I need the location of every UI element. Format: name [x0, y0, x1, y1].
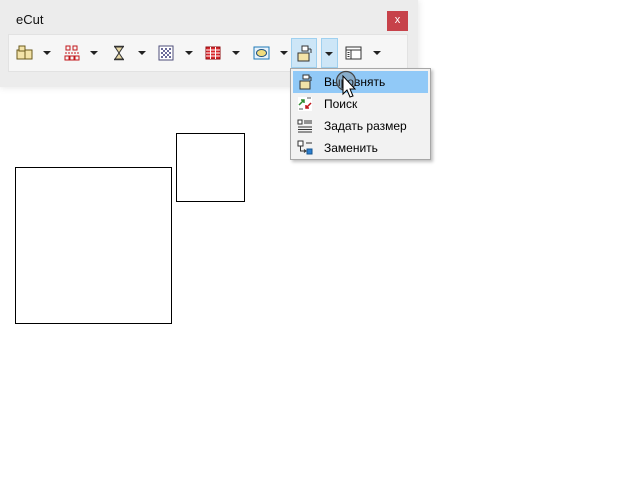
array-button[interactable]: [60, 38, 84, 68]
toolbar: [8, 34, 408, 72]
layout-icon: [16, 45, 33, 60]
align-icon: [299, 74, 312, 90]
hourglass-dropdown-arrow[interactable]: [135, 38, 149, 68]
canvas-large-rectangle[interactable]: [15, 167, 172, 324]
layout-button[interactable]: [13, 38, 37, 68]
panel-dropdown-arrow[interactable]: [370, 38, 384, 68]
window-title: eCut: [16, 12, 44, 27]
ellipse-dropdown-arrow[interactable]: [277, 38, 291, 68]
menu-item-label: Задать размер: [324, 119, 407, 133]
mouse-pointer-icon: [335, 70, 357, 98]
close-button[interactable]: x: [387, 11, 408, 31]
hourglass-icon: [114, 45, 124, 61]
pattern-icon: [158, 45, 174, 61]
array-icon: [64, 45, 80, 61]
array-dropdown-arrow[interactable]: [87, 38, 101, 68]
title-bar[interactable]: eCut x: [0, 0, 418, 34]
align-icon: [297, 45, 312, 62]
pattern-dropdown-arrow[interactable]: [182, 38, 196, 68]
pattern-button[interactable]: [155, 38, 179, 68]
ellipse-icon: [253, 46, 270, 60]
ellipse-button[interactable]: [250, 38, 274, 68]
panel-button[interactable]: [342, 38, 366, 68]
search-arrows-icon: [298, 97, 312, 111]
grid-table-button[interactable]: [202, 38, 226, 68]
layout-dropdown-arrow[interactable]: [40, 38, 54, 68]
align-button[interactable]: [291, 38, 317, 68]
hourglass-button[interactable]: [108, 38, 132, 68]
grid-table-dropdown-arrow[interactable]: [229, 38, 243, 68]
set-size-icon: [297, 119, 312, 133]
menu-item-set-size[interactable]: Задать размер: [293, 115, 428, 137]
grid-table-icon: [205, 46, 221, 60]
align-dropdown-arrow[interactable]: [321, 38, 338, 68]
replace-icon: [297, 140, 313, 155]
menu-item-label: Заменить: [324, 141, 378, 155]
panel-icon: [345, 46, 362, 60]
canvas-small-rectangle[interactable]: [176, 133, 245, 202]
menu-item-replace[interactable]: Заменить: [293, 137, 428, 159]
